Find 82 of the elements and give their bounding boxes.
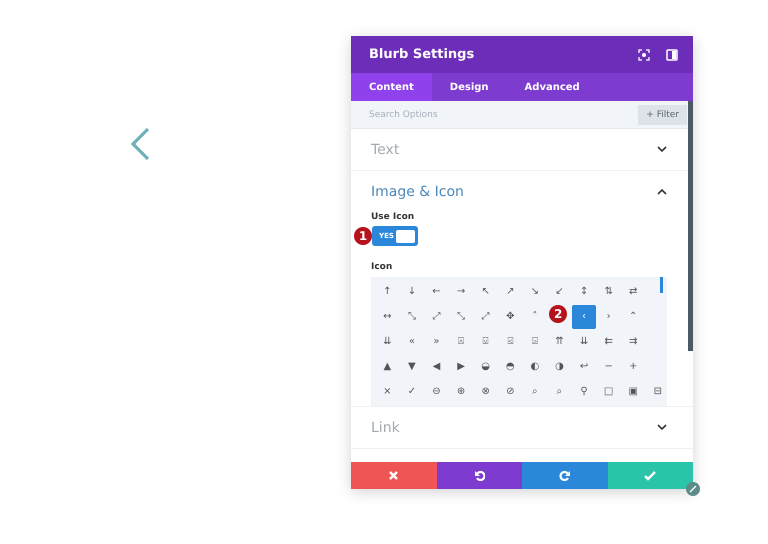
scrollbar[interactable]	[688, 101, 693, 351]
chevron-up-icon[interactable]	[657, 188, 667, 195]
icon-option[interactable]: ◓	[498, 354, 523, 378]
icon-option[interactable]: ↕	[572, 280, 596, 304]
tab[interactable]: Design	[432, 73, 507, 101]
icon-option[interactable]: ▣	[620, 380, 646, 404]
section-title[interactable]: Image & Icon	[371, 184, 464, 200]
icon-option[interactable]: ↓	[400, 280, 424, 304]
focus-icon[interactable]	[638, 48, 650, 60]
icon-option[interactable]: ⇊	[572, 330, 596, 354]
icon-option[interactable]: ⇇	[596, 330, 621, 354]
icon-option[interactable]: ⌕	[547, 380, 572, 404]
icon-option[interactable]: ⚲	[572, 380, 596, 404]
icon-option[interactable]: ⍌	[473, 330, 498, 354]
icon-option[interactable]: ⊟	[646, 380, 670, 404]
icon-option[interactable]: «	[400, 330, 424, 354]
undo-icon	[474, 470, 485, 481]
icon-option[interactable]: −	[596, 354, 621, 378]
icon-option[interactable]: ×	[375, 380, 400, 404]
icon-option[interactable]: ⊖	[424, 380, 449, 404]
field-label: Use Icon	[371, 212, 416, 222]
icon-option[interactable]: →	[448, 280, 474, 304]
filter-button[interactable]: + Filter	[638, 104, 687, 124]
toggle-knob	[396, 230, 415, 242]
field-label: Icon	[371, 262, 394, 272]
scrollbar[interactable]	[660, 277, 663, 293]
icon-option[interactable]: ◐	[522, 354, 548, 378]
icon-option[interactable]: ‹	[572, 304, 596, 328]
icon-option[interactable]: □	[596, 380, 621, 404]
icon-option[interactable]: ⊗	[473, 380, 498, 404]
icon-option[interactable]: ⤢	[473, 304, 498, 328]
undo-button[interactable]	[436, 462, 522, 489]
icon-option[interactable]: ⍃	[498, 330, 523, 354]
icon-option[interactable]: ⤡	[448, 304, 474, 328]
icon-option[interactable]: ⌃	[620, 304, 646, 328]
icon-option[interactable]: ↔	[375, 304, 400, 328]
tab[interactable]: Advanced	[506, 73, 598, 101]
redo-button[interactable]	[522, 462, 608, 489]
icon-option[interactable]: ↖	[473, 280, 498, 304]
close-icon	[388, 470, 400, 481]
icon-option[interactable]: ✥	[498, 304, 523, 328]
icon-option[interactable]: ⤡	[400, 304, 424, 328]
icon-option[interactable]: ←	[424, 280, 449, 304]
search-field[interactable]: Search Options	[369, 110, 638, 120]
icon-option[interactable]: ◑	[547, 354, 572, 378]
icon-option[interactable]: ▲	[375, 354, 400, 378]
step-badge: 2	[549, 304, 568, 322]
icon-option[interactable]: ⍓	[448, 330, 474, 354]
icon-option[interactable]: ⊕	[448, 380, 474, 404]
icon-option[interactable]: +	[620, 354, 646, 378]
icon-option[interactable]: ▼	[400, 354, 424, 378]
icon-option[interactable]: ⊘	[498, 380, 523, 404]
chevron-left-icon	[129, 127, 151, 161]
icon-option[interactable]: »	[424, 330, 449, 354]
icon-option[interactable]: ◀	[424, 354, 449, 378]
icon-option[interactable]: ↘	[522, 280, 548, 304]
icon-option[interactable]: ⍄	[522, 330, 548, 354]
icon-option[interactable]: ◒	[473, 354, 498, 378]
icon-option[interactable]: ⇄	[620, 280, 646, 304]
redo-icon	[559, 470, 570, 481]
icon-option[interactable]: ▶	[448, 354, 474, 378]
chevron-down-icon[interactable]	[657, 424, 667, 431]
icon-option[interactable]: ⇅	[596, 280, 621, 304]
icon-option[interactable]: ✓	[400, 380, 424, 404]
step-badge: 1	[354, 227, 372, 245]
icon-option[interactable]: ⇈	[547, 330, 572, 354]
icon-option[interactable]: ⤢	[424, 304, 449, 328]
chevron-down-icon[interactable]	[657, 146, 667, 153]
icon-option[interactable]: ˄	[522, 304, 548, 328]
sidebar-icon[interactable]	[666, 48, 678, 60]
icon-option[interactable]: ⇉	[620, 330, 646, 354]
icon-option[interactable]: ↩	[572, 354, 596, 378]
checkmark-icon	[644, 470, 656, 481]
icon-option[interactable]: ↙	[547, 280, 572, 304]
icon-option[interactable]: ⇊	[375, 330, 400, 354]
tab[interactable]: Content	[351, 73, 432, 101]
icon-option[interactable]: ›	[596, 304, 621, 328]
resize-handle-icon[interactable]	[686, 482, 700, 496]
icon-option[interactable]: ↑	[375, 280, 400, 304]
icon-option[interactable]: ⌕	[522, 380, 548, 404]
window-title: Blurb Settings	[369, 47, 474, 62]
icon-option[interactable]: ↗	[498, 280, 523, 304]
